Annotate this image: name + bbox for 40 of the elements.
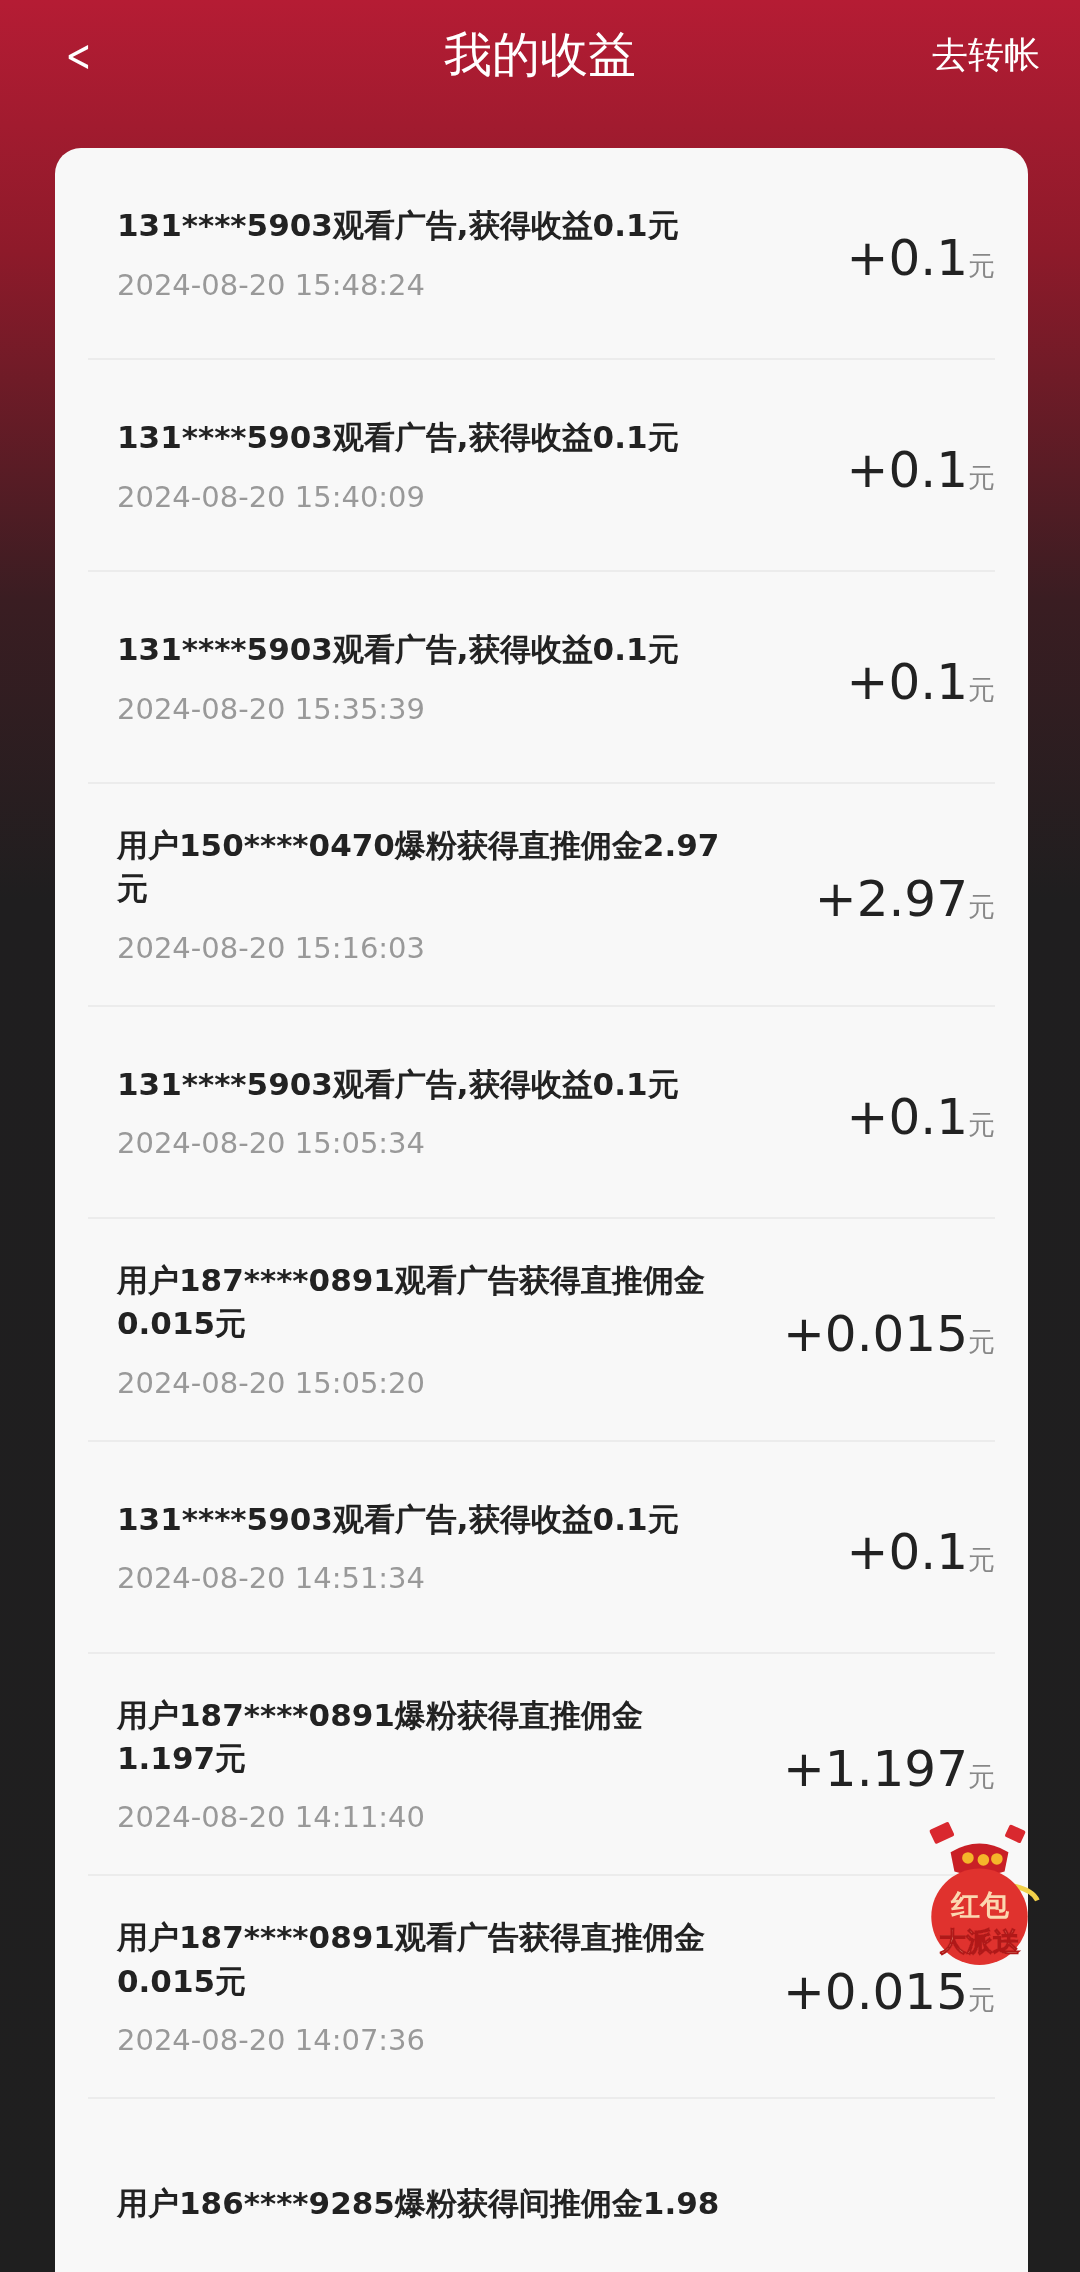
record-time: 2024-08-20 14:07:36 — [117, 2023, 426, 2058]
amount: +0.1 — [846, 1087, 968, 1146]
record-time: 2024-08-20 15:05:34 — [117, 1126, 426, 1161]
record-title: 用户187****0891观看广告获得直推佣金0.015元 — [117, 1918, 706, 2001]
record-title: 131****5903观看广告,获得收益0.1元 — [117, 1065, 680, 1105]
amount: +0.1 — [846, 1522, 968, 1581]
record-title: 131****5903观看广告,获得收益0.1元 — [117, 206, 680, 246]
amount: +0.1 — [846, 229, 968, 287]
page-title: 我的收益 — [444, 25, 636, 84]
record-time: 2024-08-20 15:35:39 — [117, 691, 426, 726]
unit: 元 — [968, 1326, 995, 1358]
record-time: 2024-08-20 14:51:34 — [117, 1561, 426, 1596]
record-title: 用户186****9285爆粉获得间推佣金1.98 — [117, 2184, 721, 2224]
record-title: 131****5903观看广告,获得收益0.1元 — [117, 418, 680, 458]
unit: 元 — [968, 891, 995, 923]
record-title: 用户187****0891观看广告获得直推佣金0.015元 — [117, 1260, 706, 1344]
unit: 元 — [968, 250, 995, 281]
record-time: 2024-08-20 15:48:24 — [117, 267, 426, 302]
amount: +1.197 — [782, 1739, 968, 1798]
unit: 元 — [968, 1108, 995, 1140]
amount: +2.97 — [814, 870, 968, 929]
record-title: 用户187****0891爆粉获得直推佣金1.197元 — [117, 1695, 644, 1778]
amount: +0.1 — [846, 653, 968, 711]
record-title: 131****5903观看广告,获得收益0.1元 — [117, 1499, 680, 1539]
record-time: 2024-08-20 15:16:03 — [117, 930, 426, 965]
amount: +0.1 — [846, 441, 968, 499]
record-time: 2024-08-20 15:40:09 — [117, 479, 426, 514]
record-time: 2024-08-20 15:05:20 — [117, 1365, 426, 1400]
unit: 元 — [968, 674, 995, 705]
unit: 元 — [968, 1983, 995, 2015]
record-title: 131****5903观看广告,获得收益0.1元 — [117, 630, 680, 670]
unit: 元 — [968, 462, 995, 493]
amount: +0.015 — [782, 1305, 968, 1364]
unit: 元 — [968, 1760, 995, 1792]
back-button[interactable]: < — [65, 29, 92, 81]
transfer-link[interactable]: 去转帐 — [932, 30, 1040, 80]
record-time: 2024-08-20 14:11:40 — [117, 1800, 426, 1835]
unit: 元 — [968, 1543, 995, 1575]
amount: +0.015 — [782, 1962, 968, 2021]
record-title: 用户150****0470爆粉获得直推佣金2.97元 — [117, 826, 721, 909]
